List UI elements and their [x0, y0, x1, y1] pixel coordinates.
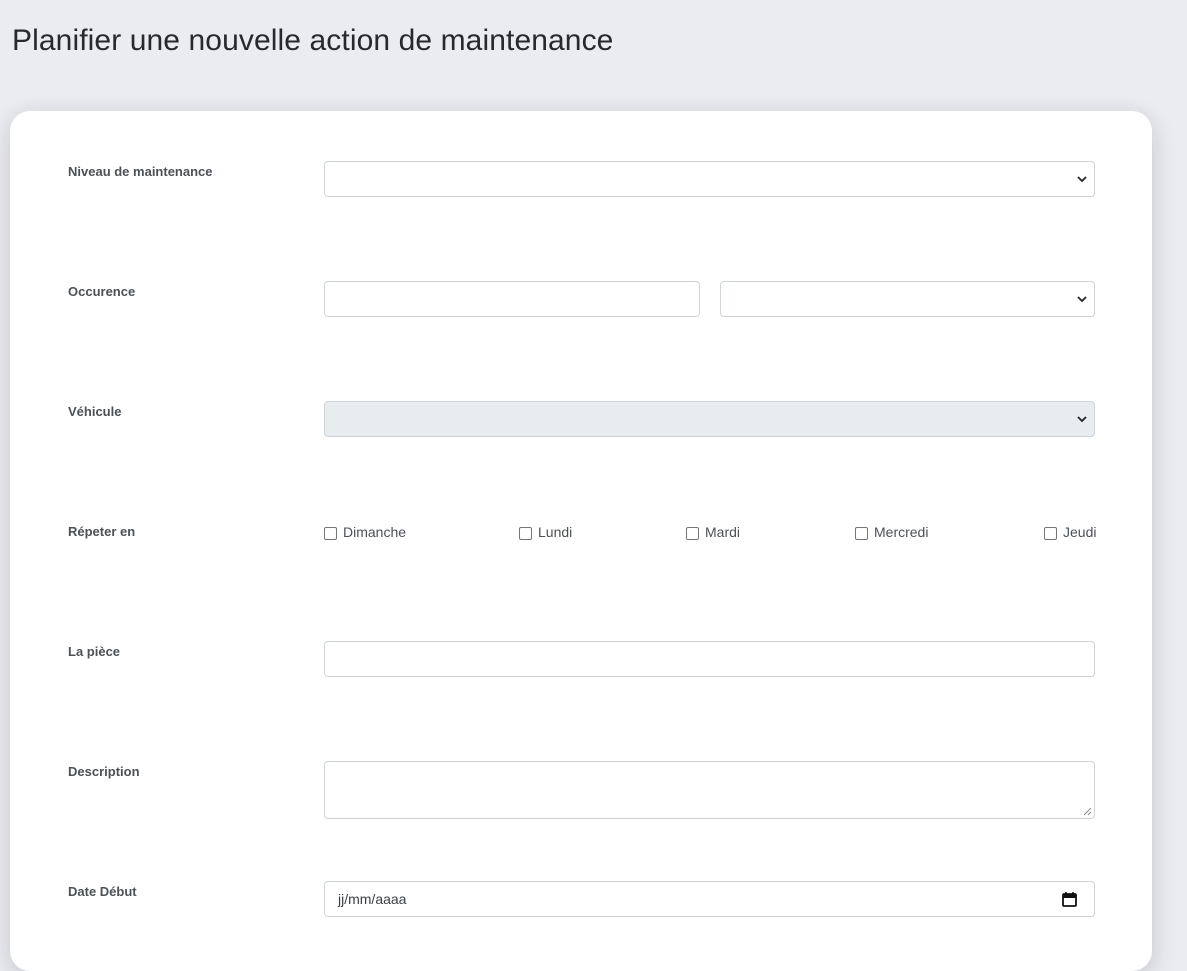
repeat-day-thursday[interactable]: Jeudi [1044, 524, 1096, 540]
maintenance-level-label: Niveau de maintenance [68, 164, 213, 179]
day-label: Lundi [538, 524, 573, 540]
repeat-label: Répeter en [68, 524, 136, 539]
occurrence-number-input[interactable] [324, 281, 700, 317]
date-placeholder: jj/mm/aaaa [338, 891, 407, 907]
start-date-input[interactable]: jj/mm/aaaa [324, 881, 1095, 917]
chevron-down-icon [1077, 416, 1087, 423]
checkbox[interactable] [324, 526, 337, 540]
checkbox[interactable] [686, 526, 699, 540]
vehicle-label: Véhicule [68, 404, 122, 419]
repeat-day-wednesday[interactable]: Mercredi [855, 524, 928, 540]
day-label: Mercredi [874, 524, 929, 540]
checkbox[interactable] [855, 526, 868, 540]
resize-grip-icon[interactable] [1083, 807, 1092, 816]
start-date-label: Date Début [68, 884, 137, 899]
occurrence-unit-select[interactable] [720, 281, 1095, 317]
vehicle-select[interactable] [324, 401, 1095, 437]
calendar-icon[interactable] [1061, 891, 1078, 908]
day-label: Mardi [705, 524, 741, 540]
chevron-down-icon [1077, 176, 1087, 183]
page-title: Planifier une nouvelle action de mainten… [12, 24, 614, 57]
part-label: La pièce [68, 644, 121, 659]
maintenance-form-card: Niveau de maintenance Occurence Véhicule… [10, 111, 1152, 971]
description-label: Description [68, 764, 140, 779]
day-label: Dimanche [343, 524, 407, 540]
repeat-day-tuesday[interactable]: Mardi [686, 524, 740, 540]
day-label: Jeudi [1063, 524, 1097, 540]
repeat-days-group: Dimanche Lundi Mardi Mercredi Jeudi [324, 524, 1096, 544]
maintenance-level-select[interactable] [324, 161, 1095, 197]
repeat-day-monday[interactable]: Lundi [519, 524, 572, 540]
occurrence-label: Occurence [68, 284, 136, 299]
checkbox[interactable] [519, 526, 532, 540]
description-textarea[interactable] [324, 761, 1095, 819]
repeat-day-sunday[interactable]: Dimanche [324, 524, 406, 540]
checkbox[interactable] [1044, 526, 1057, 540]
chevron-down-icon [1077, 296, 1087, 303]
part-input[interactable] [324, 641, 1095, 677]
